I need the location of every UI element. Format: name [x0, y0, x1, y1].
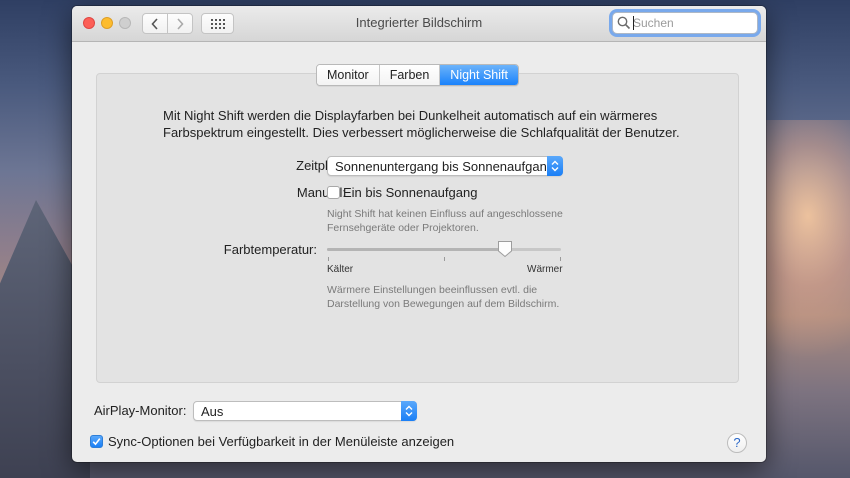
temperature-note: Wärmere Einstellungen beeinflussen evtl.…: [327, 284, 560, 310]
airplay-label: AirPlay-Monitor:: [94, 403, 187, 418]
slider-tick: [444, 257, 445, 261]
temperature-min-label: Kälter: [327, 264, 354, 275]
text-cursor: [633, 16, 634, 30]
title-bar: Integrierter Bildschirm: [72, 6, 766, 42]
popup-stepper: [401, 401, 417, 421]
airplay-popup[interactable]: Aus: [193, 401, 417, 421]
search-field[interactable]: [612, 12, 758, 34]
slider-tick: [328, 257, 329, 261]
sync-label[interactable]: Sync-Optionen bei Verfügbarkeit in der M…: [108, 434, 454, 449]
schedule-popup[interactable]: Sonnenuntergang bis Sonnenaufgang: [327, 156, 563, 176]
tab-night-shift[interactable]: Night Shift: [439, 65, 518, 85]
manual-checkbox[interactable]: [327, 186, 340, 199]
airplay-value: Aus: [201, 404, 224, 419]
search-icon: [617, 16, 631, 30]
slider-tick: [560, 257, 561, 261]
sync-checkbox[interactable]: [90, 435, 103, 448]
temperature-max-label: Wärmer: [527, 264, 563, 275]
search-input[interactable]: [633, 15, 751, 31]
manual-checkbox-label[interactable]: Ein bis Sonnenaufgang: [343, 185, 477, 200]
help-button[interactable]: ?: [727, 433, 747, 453]
slider-thumb-shape: [497, 241, 512, 258]
tab-bar: Monitor Farben Night Shift: [316, 64, 519, 86]
tab-monitor[interactable]: Monitor: [317, 65, 379, 85]
preferences-window: Integrierter Bildschirm Monitor Farben N…: [72, 6, 766, 462]
schedule-value: Sonnenuntergang bis Sonnenaufgang: [335, 159, 555, 174]
slider-fill: [327, 248, 505, 251]
tab-farben[interactable]: Farben: [378, 65, 440, 85]
temperature-label: Farbtemperatur:: [223, 242, 317, 257]
slider-thumb[interactable]: [497, 240, 513, 258]
up-down-arrows-icon: [405, 405, 413, 417]
manual-note: Night Shift hat keinen Einfluss auf ange…: [327, 208, 563, 234]
up-down-arrows-icon: [551, 160, 559, 172]
popup-stepper: [547, 156, 563, 176]
temperature-slider[interactable]: [327, 248, 561, 251]
checkmark-icon: [92, 438, 101, 446]
night-shift-description: Mit Night Shift werden die Displayfarben…: [163, 108, 680, 140]
